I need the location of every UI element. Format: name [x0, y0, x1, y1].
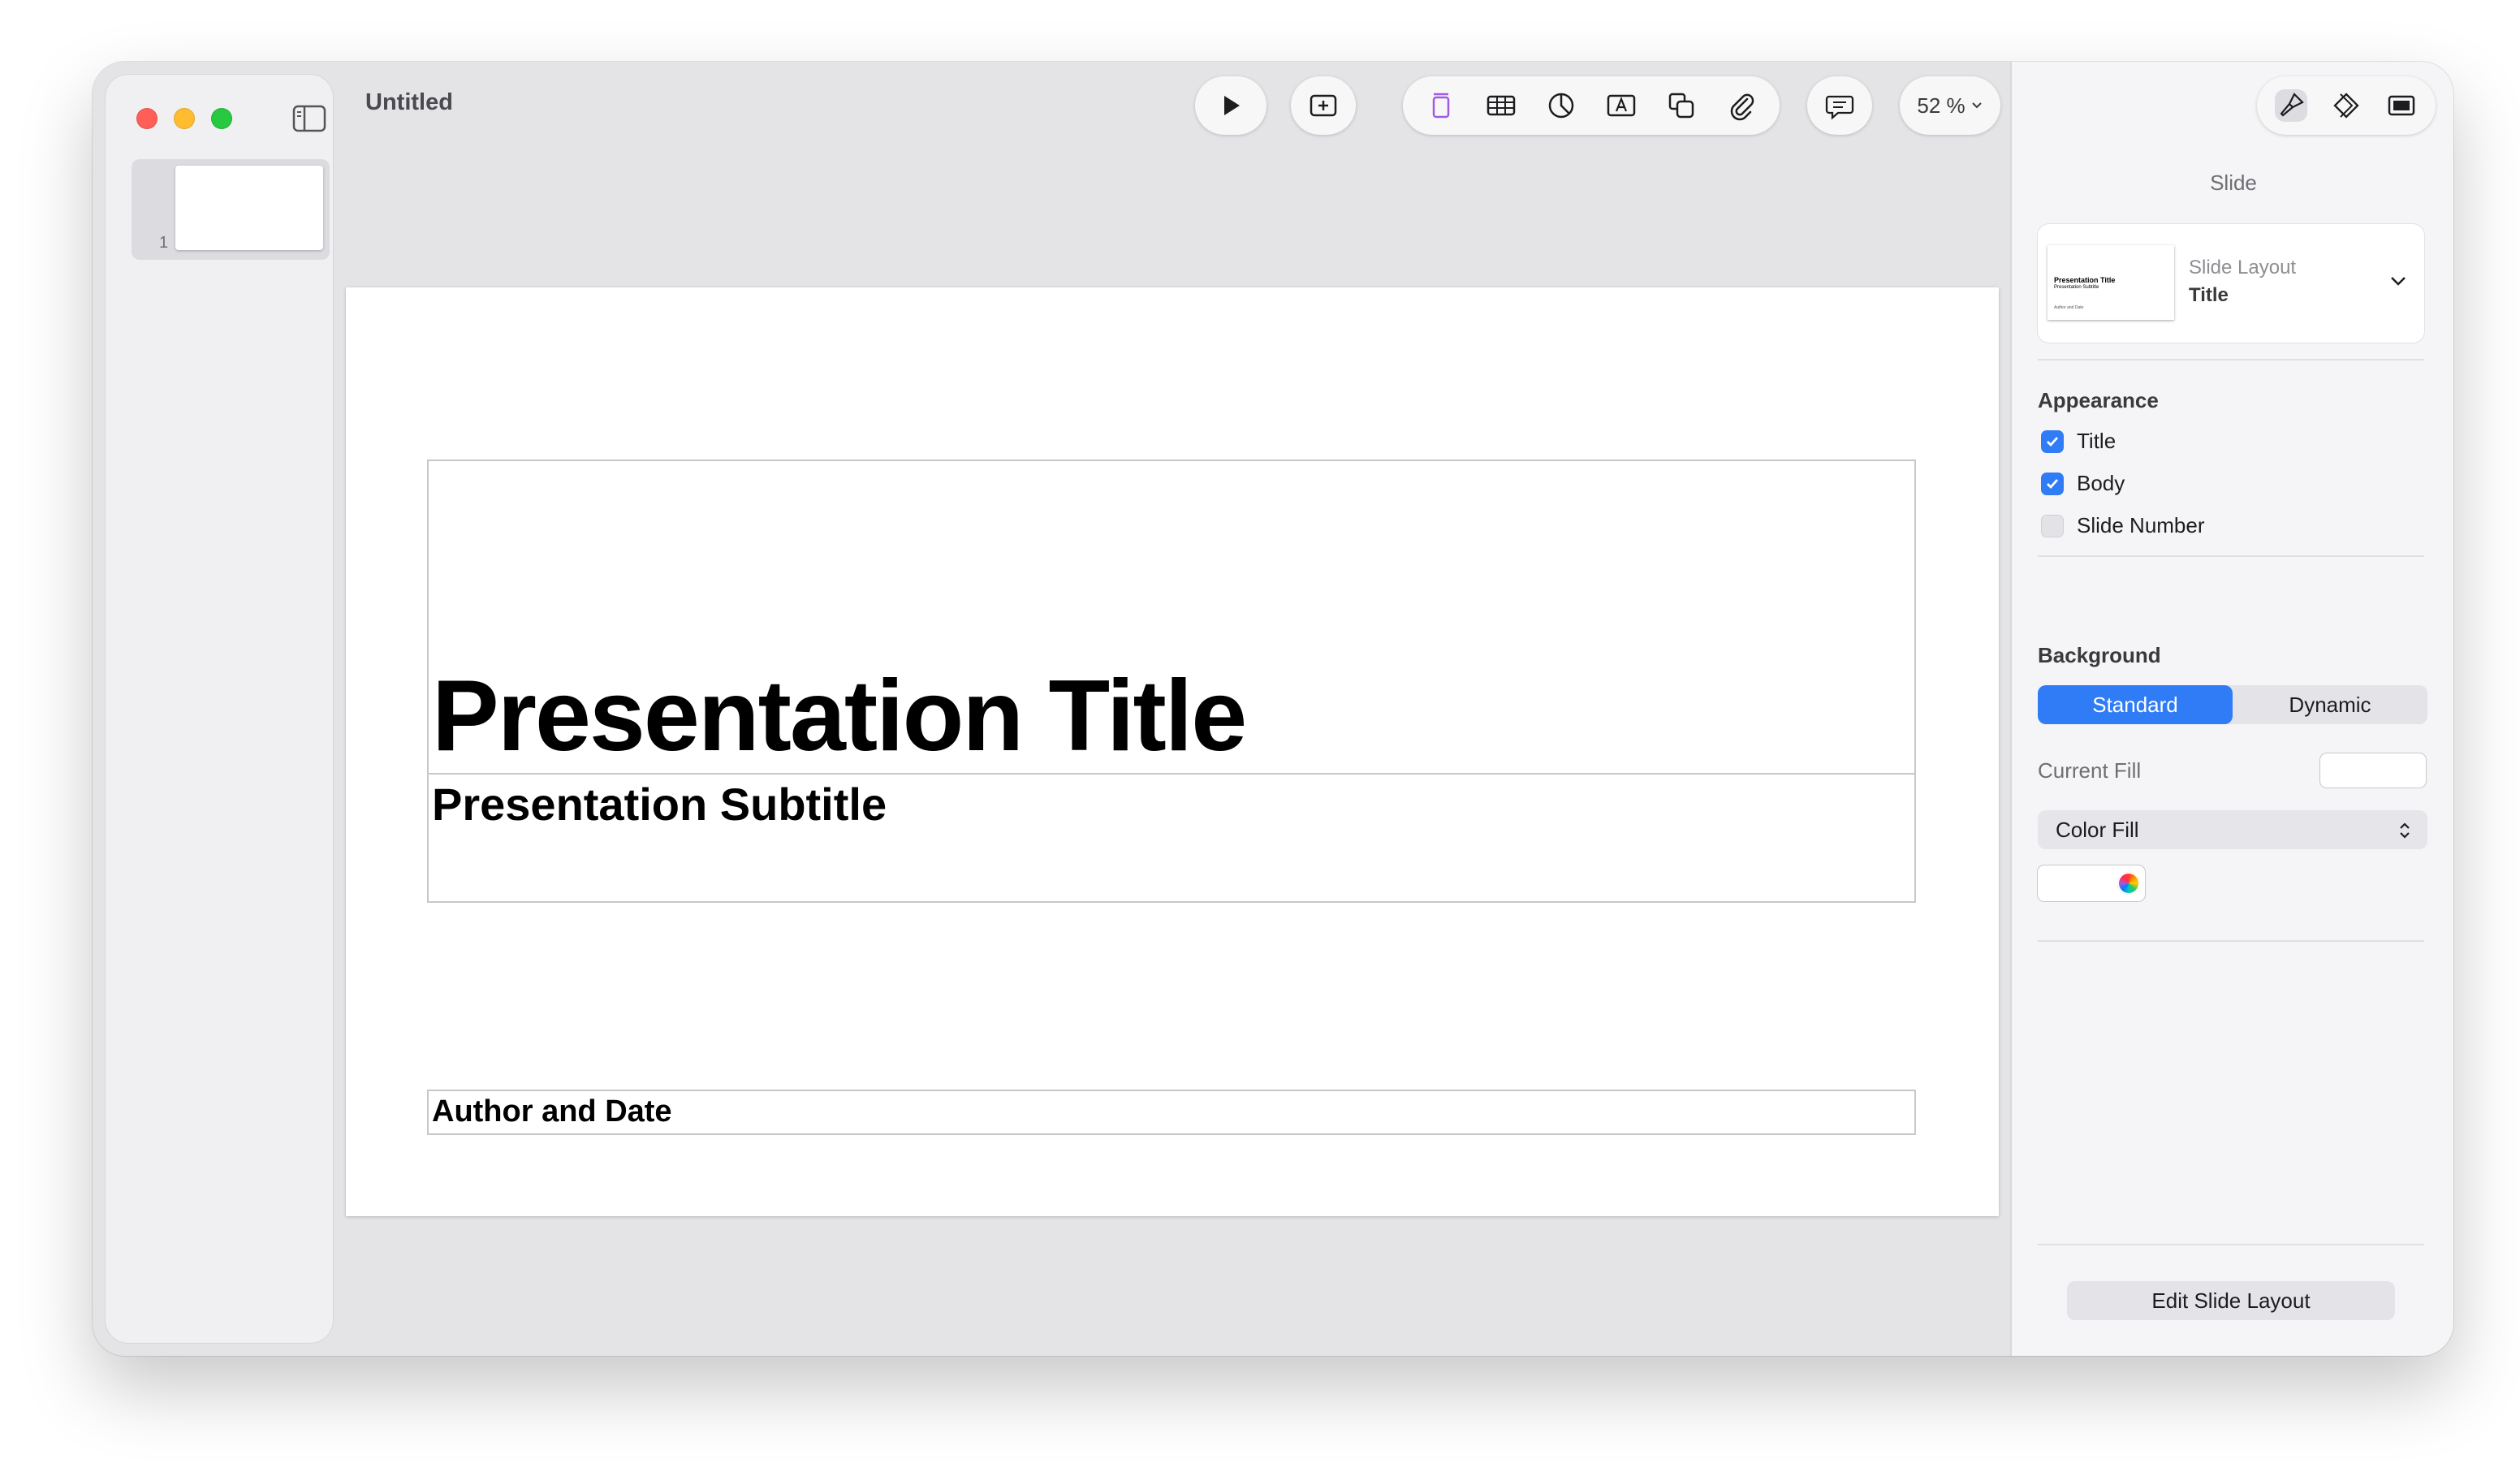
slide-layout-value: Title: [2189, 284, 2229, 306]
slide-subtitle[interactable]: Presentation Subtitle: [432, 779, 887, 830]
slide-layout-label: Slide Layout: [2189, 257, 2297, 278]
author-placeholder[interactable]: Author and Date: [427, 1090, 1916, 1135]
current-fill-swatch[interactable]: [2320, 753, 2426, 788]
sidebar-toggle-icon[interactable]: [292, 104, 326, 133]
layout-thumb-title: Presentation Title: [2054, 276, 2116, 284]
dynamic-segment[interactable]: Dynamic: [2233, 685, 2427, 724]
slide-number-checkbox[interactable]: [2041, 514, 2064, 537]
title-checkbox[interactable]: [2041, 429, 2064, 453]
slide-layout-selector[interactable]: Presentation Title Presentation Subtitle…: [2038, 224, 2424, 343]
comment-icon: [1825, 95, 1854, 120]
text-box-icon[interactable]: [1425, 89, 1457, 122]
fill-type-select[interactable]: Color Fill: [2038, 810, 2427, 849]
add-slide-button[interactable]: [1291, 76, 1356, 135]
color-well[interactable]: [2038, 865, 2145, 901]
checkmark-icon: [2047, 436, 2059, 447]
slide-navigator: 1: [106, 75, 333, 1343]
chevron-down-icon[interactable]: [2387, 270, 2410, 292]
standard-segment[interactable]: Standard: [2038, 685, 2233, 724]
background-label: Background: [2038, 643, 2161, 667]
zoom-window-button[interactable]: [211, 108, 232, 129]
chart-icon[interactable]: [1545, 89, 1577, 122]
edit-slide-layout-button[interactable]: Edit Slide Layout: [2067, 1281, 2395, 1320]
color-wheel-icon[interactable]: [2117, 872, 2140, 895]
subtitle-placeholder[interactable]: Presentation Subtitle: [427, 773, 1916, 903]
divider: [2038, 1244, 2424, 1245]
inspector-heading: Slide: [2210, 170, 2257, 195]
animate-icon[interactable]: [2330, 89, 2362, 122]
shape-icon[interactable]: [1665, 89, 1698, 122]
slide-thumbnail-preview: [175, 166, 323, 250]
format-inspector: Slide Presentation Title Presentation Su…: [2010, 62, 2453, 1356]
layout-thumbnail: Presentation Title Presentation Subtitle…: [2048, 245, 2174, 320]
zoom-menu[interactable]: 52 %: [1900, 76, 2000, 135]
title-checkbox-row[interactable]: Title: [2041, 429, 2116, 454]
slide-author-date[interactable]: Author and Date: [432, 1094, 672, 1130]
appearance-label: Appearance: [2038, 388, 2159, 412]
play-button[interactable]: [1195, 76, 1266, 135]
layout-thumb-subtitle: Presentation Subtitle: [2054, 285, 2099, 290]
table-icon[interactable]: [1485, 89, 1517, 122]
app-window: 1 Untitled 52 % Presentation Title Prese…: [93, 62, 2453, 1356]
slide-number: 1: [159, 234, 169, 252]
document-title: Untitled: [365, 89, 453, 115]
body-checkbox-label: Body: [2077, 471, 2125, 495]
format-brush-icon[interactable]: [2275, 89, 2307, 122]
title-checkbox-label: Title: [2077, 429, 2117, 453]
checkmark-icon: [2047, 478, 2059, 489]
layout-thumb-author: Author and Date: [2054, 305, 2084, 310]
slide-number-checkbox-label: Slide Number: [2077, 513, 2205, 537]
insert-toolbar-group: [1403, 76, 1780, 135]
slide-canvas[interactable]: Presentation Title Presentation Subtitle…: [346, 287, 1999, 1216]
media-icon[interactable]: [1725, 89, 1758, 122]
zoom-level: 52 %: [1917, 93, 1966, 118]
fill-type-value: Color Fill: [2056, 817, 2139, 842]
comment-button[interactable]: [1807, 76, 1872, 135]
divider: [2038, 940, 2424, 942]
add-slide-icon: [1310, 94, 1337, 117]
divider: [2038, 359, 2424, 360]
current-fill-label: Current Fill: [2038, 758, 2142, 783]
body-checkbox[interactable]: [2041, 472, 2064, 495]
text-icon[interactable]: [1605, 89, 1638, 122]
title-placeholder[interactable]: Presentation Title: [427, 460, 1916, 775]
chevron-down-icon: [1971, 102, 1982, 109]
slide-number-checkbox-row[interactable]: Slide Number: [2041, 513, 2205, 538]
document-icon[interactable]: [2385, 89, 2418, 122]
inspector-toggle-group: [2257, 76, 2436, 135]
slide-thumbnail-1[interactable]: 1: [132, 159, 330, 260]
chevron-up-down-icon: [2400, 822, 2410, 839]
background-segmented-control: Standard Dynamic: [2038, 685, 2427, 724]
minimize-window-button[interactable]: [174, 108, 195, 129]
play-icon: [1224, 96, 1240, 115]
close-window-button[interactable]: [136, 108, 158, 129]
divider: [2038, 555, 2424, 557]
body-checkbox-row[interactable]: Body: [2041, 471, 2125, 496]
slide-title[interactable]: Presentation Title: [432, 666, 1247, 766]
